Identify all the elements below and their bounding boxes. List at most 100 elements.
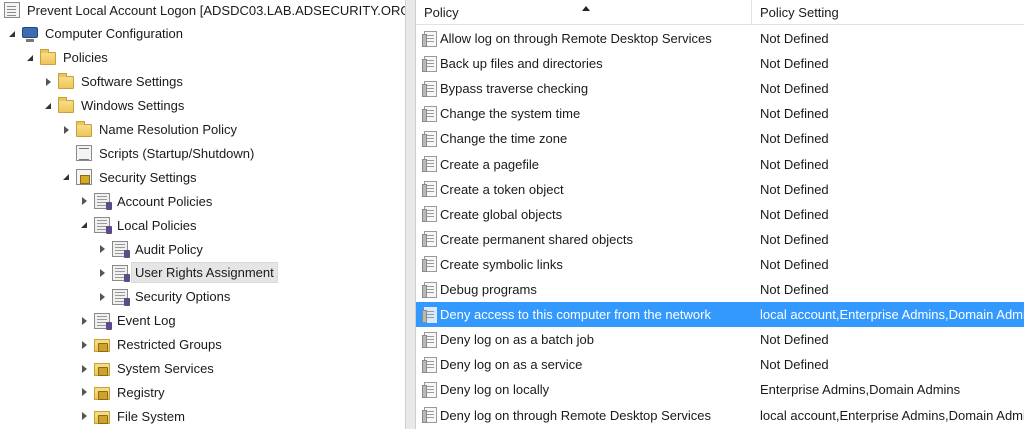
policy-item-icon [422, 381, 437, 398]
table-row[interactable]: Create a pagefile Not Defined [416, 152, 1024, 177]
tree-node[interactable]: Local Policies [80, 214, 200, 236]
policy-setting-cell: Not Defined [760, 131, 829, 147]
policy-item-icon [422, 30, 437, 47]
policy-item-icon [422, 256, 437, 273]
expanded-arrow-icon[interactable] [44, 101, 54, 111]
folder-icon [58, 73, 74, 90]
tree-node-label: Registry [117, 384, 165, 400]
collapsed-arrow-icon[interactable] [80, 316, 90, 326]
tree-node-label: Restricted Groups [117, 337, 222, 353]
table-row[interactable]: Change the system time Not Defined [416, 101, 1024, 126]
collapsed-arrow-icon[interactable] [98, 292, 108, 302]
tree-node-label: Computer Configuration [45, 26, 184, 42]
tree-node-label: Audit Policy [135, 241, 203, 257]
policy-item-icon [422, 130, 437, 147]
policy-name: Create a token object [440, 181, 564, 197]
column-header-policy[interactable]: Policy [416, 0, 752, 25]
lock-folder-icon [94, 363, 110, 376]
table-row[interactable]: Deny log on as a batch job Not Defined [416, 327, 1024, 352]
policy-doc-icon [4, 2, 20, 18]
table-row[interactable]: Deny log on locally Enterprise Admins,Dom… [416, 377, 1024, 402]
tree-node-label: Prevent Local Account Logon [ADSDC03.LAB… [27, 2, 405, 18]
table-row[interactable]: Create symbolic links Not Defined [416, 252, 1024, 277]
tree-node[interactable]: Account Policies [80, 190, 215, 212]
collapsed-arrow-icon[interactable] [80, 411, 90, 421]
settings-doc-icon [94, 217, 112, 235]
policy-item-icon [422, 156, 437, 172]
policy-name: Change the time zone [440, 131, 568, 147]
console-tree[interactable]: Prevent Local Account Logon [ADSDC03.LAB… [0, 0, 405, 429]
tree-node-label: File System [117, 408, 185, 424]
tree-node-label: Security Options [135, 289, 231, 305]
policy-setting-cell: Not Defined [760, 81, 829, 97]
tree-node[interactable]: Event Log [80, 310, 179, 332]
tree-node[interactable]: Audit Policy [98, 238, 206, 260]
table-row[interactable]: Change the time zone Not Defined [416, 126, 1024, 151]
table-row[interactable]: Deny log on as a service Not Defined [416, 352, 1024, 377]
table-row[interactable]: Allow log on through Remote Desktop Serv… [416, 26, 1024, 51]
table-row[interactable]: Back up files and directories Not Defined [416, 51, 1024, 76]
policy-cell: Deny access to this computer from the ne… [416, 302, 752, 327]
policy-setting-cell: Not Defined [760, 332, 829, 348]
table-row[interactable]: Create a token object Not Defined [416, 177, 1024, 202]
policy-item-icon [422, 306, 437, 323]
tree-node[interactable]: File System [80, 405, 188, 427]
tree-node[interactable]: Computer Configuration [8, 23, 186, 45]
column-header-policy-setting[interactable]: Policy Setting [752, 0, 1024, 25]
policy-item-icon [422, 55, 437, 72]
column-header-policy-setting-label: Policy Setting [760, 5, 839, 20]
tree-node[interactable]: Policies [26, 47, 111, 69]
policy-cell: Create symbolic links [416, 252, 752, 277]
policy-list-view[interactable]: Policy Policy Setting Allow log on throu… [416, 0, 1024, 429]
table-row[interactable]: Create permanent shared objects Not Defin… [416, 227, 1024, 252]
tree-node[interactable]: Software Settings [44, 71, 186, 93]
settings-doc-icon [94, 193, 112, 211]
collapsed-arrow-icon[interactable] [98, 268, 108, 278]
expanded-arrow-icon[interactable] [8, 29, 18, 39]
table-row[interactable]: Create global objects Not Defined [416, 202, 1024, 227]
table-row[interactable]: Deny access to this computer from the ne… [416, 302, 1024, 328]
collapsed-arrow-icon[interactable] [80, 387, 90, 397]
collapsed-arrow-icon[interactable] [80, 196, 90, 206]
scripts-icon [76, 145, 92, 162]
expanded-arrow-icon[interactable] [26, 53, 36, 63]
tree-node[interactable]: Security Options [98, 286, 233, 308]
policy-cell: Deny log on through Remote Desktop Servi… [416, 403, 752, 428]
collapsed-arrow-icon[interactable] [44, 77, 54, 87]
collapsed-arrow-icon[interactable] [80, 340, 90, 350]
table-row[interactable]: Deny log on through Remote Desktop Servi… [416, 403, 1024, 428]
policy-cell: Allow log on through Remote Desktop Serv… [416, 26, 752, 51]
tree-node[interactable]: Name Resolution Policy [62, 119, 240, 141]
tree-node[interactable]: Registry [80, 381, 168, 403]
tree-node-label: Local Policies [117, 217, 197, 233]
settings-doc-icon [112, 241, 130, 258]
tree-node[interactable]: System Services [80, 358, 217, 380]
policy-item-icon [422, 356, 437, 373]
tree-node[interactable]: User Rights Assignment [98, 262, 278, 284]
tree-node[interactable]: Prevent Local Account Logon [ADSDC03.LAB… [4, 0, 405, 21]
table-row[interactable]: Bypass traverse checking Not Defined [416, 76, 1024, 101]
lock-page-icon [76, 169, 92, 186]
policy-setting-cell: Not Defined [760, 256, 829, 272]
collapsed-arrow-icon[interactable] [62, 125, 72, 135]
policy-setting-cell: Not Defined [760, 206, 829, 222]
pane-splitter[interactable] [405, 0, 416, 429]
policy-name: Deny log on as a batch job [440, 332, 594, 348]
policy-cell: Deny log on locally [416, 377, 752, 402]
policy-item-icon [422, 281, 437, 298]
tree-node[interactable]: Security Settings [62, 166, 200, 188]
table-row[interactable]: Debug programs Not Defined [416, 277, 1024, 302]
expanded-arrow-icon[interactable] [62, 172, 72, 182]
policy-setting-cell: Not Defined [760, 31, 829, 46]
tree-node[interactable]: Windows Settings [44, 95, 187, 117]
lock-folder-icon [94, 386, 110, 400]
collapsed-arrow-icon[interactable] [98, 244, 108, 254]
policy-cell: Debug programs [416, 277, 752, 302]
folder-icon [76, 121, 92, 137]
tree-node[interactable]: Scripts (Startup/Shutdown) [62, 142, 257, 164]
policy-cell: Bypass traverse checking [416, 76, 752, 101]
tree-node[interactable]: Restricted Groups [80, 334, 225, 356]
expanded-arrow-icon[interactable] [80, 220, 90, 230]
collapsed-arrow-icon[interactable] [80, 364, 90, 374]
lock-folder-icon [94, 339, 110, 353]
